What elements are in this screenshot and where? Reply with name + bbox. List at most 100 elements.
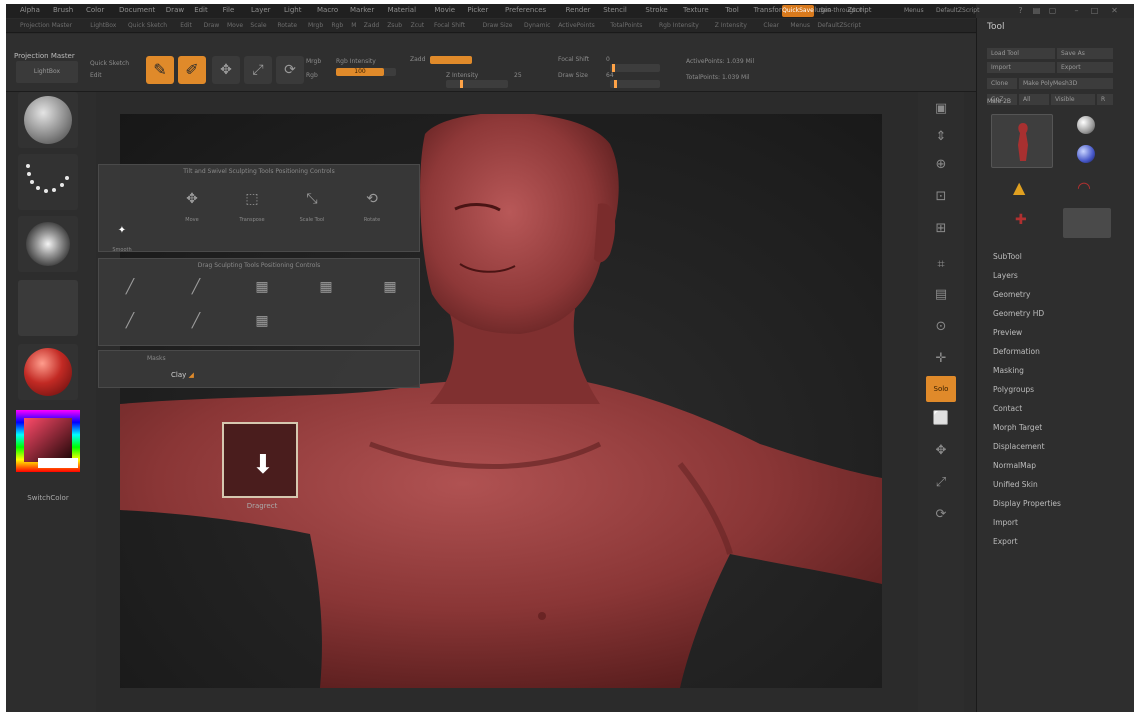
active-tool-thumbnail[interactable] (991, 114, 1053, 168)
move-button[interactable]: ✥ (212, 56, 240, 84)
scroll-icon[interactable]: ⇕ (926, 124, 956, 150)
drag-tool-5[interactable]: ▦ (373, 275, 407, 305)
menu-stencil[interactable]: Stencil (603, 6, 627, 14)
masking-section[interactable]: Masking (993, 366, 1024, 375)
menu-movie[interactable]: Movie (434, 6, 455, 14)
menu-stroke[interactable]: Stroke (645, 6, 667, 14)
submenu-draw-size[interactable]: Draw Size (483, 22, 513, 29)
scale-tool[interactable]: ⤡ Scale Tool (295, 187, 329, 223)
plane-thumbnail[interactable] (1063, 208, 1111, 238)
menu-edit[interactable]: Edit (194, 6, 208, 14)
layout-icon[interactable]: ▤ (1032, 6, 1041, 15)
submenu-rotate[interactable]: Rotate (277, 22, 297, 29)
brush-selector[interactable] (18, 92, 78, 148)
rotate-tool[interactable]: ⟲ Rotate (355, 187, 389, 223)
default-zscript-button[interactable]: DefaultZScript (936, 7, 979, 14)
export-section[interactable]: Export (993, 537, 1018, 546)
r-button[interactable]: R (1097, 94, 1113, 105)
edit-label[interactable]: Edit (90, 72, 102, 79)
make-polymesh-button[interactable]: Make PolyMesh3D (1019, 78, 1113, 89)
save-as-button[interactable]: Save As (1057, 48, 1113, 59)
normalmap-section[interactable]: NormalMap (993, 461, 1036, 470)
scale-button[interactable]: ⤢ (244, 56, 272, 84)
submenu-move[interactable]: Move (227, 22, 243, 29)
drag-tool-1[interactable]: ╱ (113, 275, 147, 305)
draw-button[interactable]: ✐ (178, 56, 206, 84)
maximize-icon[interactable]: □ (1090, 6, 1099, 15)
zadd-indicator[interactable] (430, 56, 472, 64)
sphere-tool-thumbnail[interactable] (1063, 114, 1111, 138)
submenu-zcut[interactable]: Zcut (411, 22, 425, 29)
see-through-slider[interactable]: See-through 0 (820, 7, 863, 14)
menu-material[interactable]: Material (388, 6, 416, 14)
transpose-tool[interactable]: ⬚ Transpose (235, 187, 269, 223)
move-tool[interactable]: ✥ Move (175, 187, 209, 223)
focal-shift-slider[interactable] (610, 64, 660, 72)
submenu-activepoints[interactable]: ActivePoints (558, 22, 595, 29)
rgb-toggle[interactable]: Rgb (306, 72, 318, 79)
submenu-menus[interactable]: Menus (790, 22, 810, 29)
drag-tool-2[interactable]: ╱ (179, 275, 213, 305)
menu-file[interactable]: File (223, 6, 235, 14)
actual-icon[interactable]: ⊡ (926, 184, 956, 210)
subtool-section[interactable]: SubTool (993, 252, 1022, 261)
submenu-totalpoints[interactable]: TotalPoints (610, 22, 642, 29)
submenu-mrgb[interactable]: Mrgb (308, 22, 323, 29)
contact-section[interactable]: Contact (993, 404, 1022, 413)
drag-tool-7[interactable]: ╱ (179, 309, 213, 339)
lightbox-button[interactable]: LightBox (16, 61, 78, 83)
zadd-toggle[interactable]: Zadd (410, 56, 425, 63)
mask-palette[interactable]: Masks Clay ◢ (98, 350, 420, 388)
submenu-rgb-intensity[interactable]: Rgb Intensity (659, 22, 699, 29)
drag-tool-8[interactable]: ▦ (245, 309, 279, 339)
menu-color[interactable]: Color (86, 6, 104, 14)
mrgb-toggle[interactable]: Mrgb (306, 58, 321, 65)
submenu-draw[interactable]: Draw (204, 22, 220, 29)
menu-layer[interactable]: Layer (251, 6, 271, 14)
texture-selector[interactable] (18, 280, 78, 336)
alpha-selector[interactable] (18, 216, 78, 272)
projection-master-button[interactable]: Projection Master (14, 52, 75, 60)
geometry-section[interactable]: Geometry (993, 290, 1030, 299)
display-properties-section[interactable]: Display Properties (993, 499, 1061, 508)
menu-light[interactable]: Light (284, 6, 301, 14)
cylinder-thumbnail[interactable]: ◠ (1063, 174, 1111, 204)
simple-brush-thumbnail[interactable] (1063, 142, 1111, 168)
all-button[interactable]: All (1019, 94, 1049, 105)
menu-preferences[interactable]: Preferences (505, 6, 546, 14)
menu-alpha[interactable]: Alpha (20, 6, 40, 14)
positioning-palette[interactable]: Tilt and Swivel Sculpting Tools Position… (98, 164, 420, 253)
import-section[interactable]: Import (993, 518, 1018, 527)
rgb-intensity-slider[interactable]: 100 (336, 68, 396, 76)
move-view-icon[interactable]: ✥ (926, 438, 956, 464)
dragrect-stroke-thumbnail[interactable]: ⬇ (222, 422, 298, 498)
drag-tool-3[interactable]: ▦ (245, 275, 279, 305)
visible-button[interactable]: Visible (1051, 94, 1095, 105)
switch-color-label[interactable]: SwitchColor (6, 494, 90, 502)
rotate-button[interactable]: ⟳ (276, 56, 304, 84)
quick-sketch-label[interactable]: Quick Sketch (90, 60, 129, 67)
submenu-defaultzscript[interactable]: DefaultZScript (817, 22, 860, 29)
persp-icon[interactable]: ⌗ (926, 252, 956, 278)
deformation-section[interactable]: Deformation (993, 347, 1040, 356)
load-tool-button[interactable]: Load Tool (987, 48, 1055, 59)
xyz-icon[interactable]: ✛ (926, 346, 956, 372)
submenu-projection-master[interactable]: Projection Master (20, 22, 72, 29)
menu-tool[interactable]: Tool (725, 6, 739, 14)
morph-target-section[interactable]: Morph Target (993, 423, 1042, 432)
geometry-hd-section[interactable]: Geometry HD (993, 309, 1044, 318)
drag-palette[interactable]: Drag Sculpting Tools Positioning Control… (98, 258, 420, 346)
z-intensity-knob[interactable] (460, 80, 463, 88)
cube-thumbnail[interactable]: ✚ (991, 208, 1053, 238)
displacement-section[interactable]: Displacement (993, 442, 1045, 451)
menu-brush[interactable]: Brush (53, 6, 73, 14)
menu-document[interactable]: Document (119, 6, 155, 14)
submenu-zsub[interactable]: Zsub (387, 22, 402, 29)
menu-draw[interactable]: Draw (166, 6, 184, 14)
menu-picker[interactable]: Picker (467, 6, 488, 14)
solo-button[interactable]: Solo (926, 376, 956, 402)
focal-shift-knob[interactable] (612, 64, 615, 72)
floor-icon[interactable]: ▤ (926, 282, 956, 308)
polygroups-section[interactable]: Polygroups (993, 385, 1034, 394)
submenu-clear[interactable]: Clear (763, 22, 779, 29)
